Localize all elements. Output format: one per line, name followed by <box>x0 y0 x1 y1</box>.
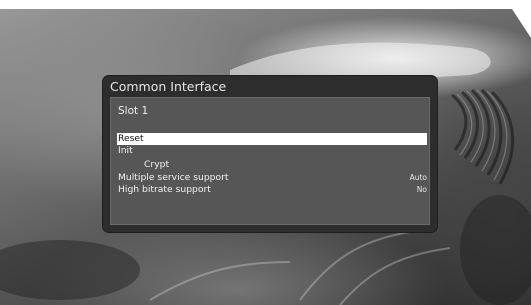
menu-item-label: High bitrate support <box>118 184 211 195</box>
tv-screen-background: Common Interface Slot 1 Reset Init Crypt… <box>0 9 531 305</box>
slot-label: Slot 1 <box>118 105 149 117</box>
menu-item-label: Crypt <box>144 159 170 170</box>
menu-item-value: No <box>416 185 427 194</box>
menu-item-value: Auto <box>409 173 427 182</box>
menu-item-init[interactable]: Init <box>117 145 427 157</box>
common-interface-dialog: Common Interface Slot 1 Reset Init Crypt… <box>103 76 437 232</box>
dialog-content: Slot 1 Reset Init Crypt Multiple service… <box>110 97 430 225</box>
menu-item-label: Multiple service support <box>118 172 229 183</box>
dialog-title: Common Interface <box>110 79 227 94</box>
menu-item-label: Init <box>118 145 133 156</box>
menu-item-crypt[interactable]: Crypt <box>117 159 427 171</box>
menu-item-reset[interactable]: Reset <box>117 133 427 145</box>
menu-item-high-bitrate-support[interactable]: High bitrate support No <box>117 184 427 196</box>
menu-item-label: Reset <box>118 133 144 144</box>
menu-item-multiple-service-support[interactable]: Multiple service support Auto <box>117 172 427 184</box>
